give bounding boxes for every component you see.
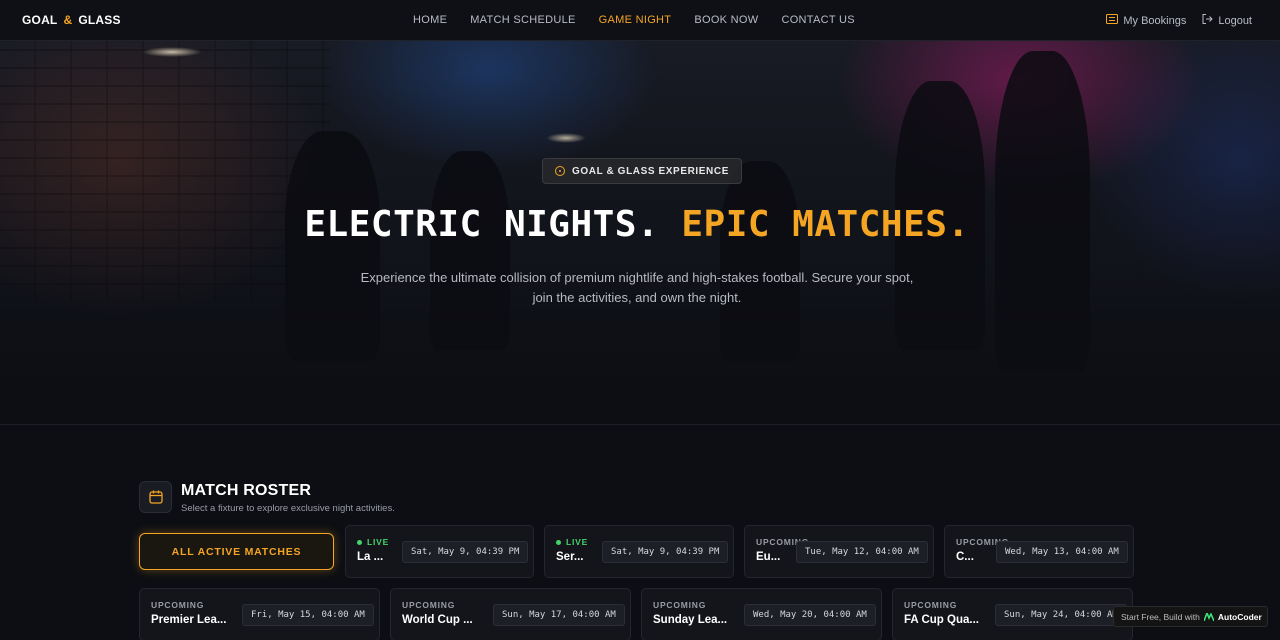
match-card[interactable]: UPCOMING Premier Lea... Fri, May 15, 04:… — [139, 588, 380, 640]
autocoder-promo-badge[interactable]: Start Free, Build with AutoCoder — [1113, 606, 1268, 627]
match-date: Sun, May 24, 04:00 AM — [995, 604, 1127, 626]
nav-book-now[interactable]: BOOK NOW — [694, 14, 758, 26]
roster-subtitle: Select a fixture to explore exclusive ni… — [181, 503, 395, 514]
hero-headline: ELECTRIC NIGHTS. EPIC MATCHES. — [0, 204, 1274, 245]
match-title: Premier Lea... — [151, 614, 227, 626]
match-card[interactable]: UPCOMING FA Cup Qua... Sun, May 24, 04:0… — [892, 588, 1133, 640]
promo-text: Start Free, Build with — [1121, 611, 1200, 622]
match-status: LIVE — [556, 537, 588, 547]
match-title: FA Cup Qua... — [904, 614, 979, 626]
match-status: UPCOMING — [151, 600, 205, 610]
match-date: Wed, May 20, 04:00 AM — [744, 604, 876, 626]
match-title: Eu... — [756, 551, 781, 563]
match-card[interactable]: LIVE La ... Sat, May 9, 04:39 PM — [345, 525, 534, 578]
hero-section: GOAL & GLASS EXPERIENCE ELECTRIC NIGHTS.… — [0, 41, 1280, 425]
match-date: Wed, May 13, 04:00 AM — [996, 541, 1128, 563]
match-status-label: LIVE — [367, 537, 390, 547]
match-date: Tue, May 12, 04:00 AM — [796, 541, 928, 563]
brand-word-glass: GLASS — [78, 13, 121, 27]
match-title: La ... — [357, 551, 384, 563]
live-dot-icon — [556, 539, 561, 545]
top-navbar: GOAL & GLASS HOME MATCH SCHEDULE GAME NIGH… — [0, 0, 1280, 41]
match-title: Sunday Lea... — [653, 614, 728, 626]
target-icon — [555, 166, 565, 176]
brand-word-goal: GOAL — [22, 13, 58, 27]
match-date: Sat, May 9, 04:39 PM — [602, 541, 729, 563]
calendar-icon — [139, 481, 172, 513]
my-bookings-label: My Bookings — [1123, 14, 1187, 27]
main-menu: HOME MATCH SCHEDULE GAME NIGHT BOOK NOW … — [413, 14, 878, 26]
ticket-icon — [1106, 14, 1119, 27]
live-dot-icon — [357, 539, 362, 545]
logout-link[interactable]: Logout — [1202, 14, 1252, 27]
headline-white: ELECTRIC NIGHTS. — [304, 204, 660, 245]
my-bookings-link[interactable]: My Bookings — [1106, 14, 1186, 27]
match-date: Fri, May 15, 04:00 AM — [242, 604, 374, 626]
logout-label: Logout — [1218, 14, 1252, 27]
roster-title: MATCH ROSTER — [181, 482, 312, 499]
hero-subtitle: Experience the ultimate collision of pre… — [360, 270, 914, 305]
match-status: UPCOMING — [653, 600, 707, 610]
autocoder-logo-icon — [1203, 610, 1215, 621]
brand-ampersand: & — [63, 13, 73, 27]
nav-contact-us[interactable]: CONTACT US — [781, 14, 855, 26]
match-date: Sun, May 17, 04:00 AM — [493, 604, 625, 626]
match-status-label: LIVE — [566, 537, 589, 547]
match-card[interactable]: LIVE Ser... Sat, May 9, 04:39 PM — [544, 525, 734, 578]
experience-badge: GOAL & GLASS EXPERIENCE — [542, 158, 742, 184]
match-card[interactable]: UPCOMING Sunday Lea... Wed, May 20, 04:0… — [641, 588, 882, 640]
nav-match-schedule[interactable]: MATCH SCHEDULE — [470, 14, 575, 26]
brand-logo[interactable]: GOAL & GLASS — [22, 13, 121, 27]
match-status: UPCOMING — [402, 600, 456, 610]
nav-game-night[interactable]: GAME NIGHT — [599, 14, 672, 26]
match-card[interactable]: UPCOMING C... Wed, May 13, 04:00 AM — [944, 525, 1134, 578]
promo-brand: AutoCoder — [1217, 611, 1262, 622]
match-title: Ser... — [556, 551, 584, 563]
match-status: LIVE — [357, 537, 389, 547]
experience-badge-label: GOAL & GLASS EXPERIENCE — [572, 165, 729, 177]
logout-icon — [1202, 14, 1214, 27]
match-card[interactable]: UPCOMING Eu... Tue, May 12, 04:00 AM — [744, 525, 934, 578]
account-links: My Bookings Logout — [1106, 14, 1252, 27]
nav-home[interactable]: HOME — [413, 14, 447, 26]
match-card[interactable]: UPCOMING World Cup ... Sun, May 17, 04:0… — [390, 588, 631, 640]
all-active-matches-button[interactable]: ALL ACTIVE MATCHES — [139, 533, 334, 570]
match-title: C... — [956, 551, 974, 563]
headline-accent: EPIC MATCHES. — [681, 204, 970, 245]
match-roster-header: MATCH ROSTER Select a fixture to explore… — [139, 481, 395, 514]
match-status: UPCOMING — [904, 600, 958, 610]
match-title: World Cup ... — [402, 614, 473, 626]
match-date: Sat, May 9, 04:39 PM — [402, 541, 529, 563]
